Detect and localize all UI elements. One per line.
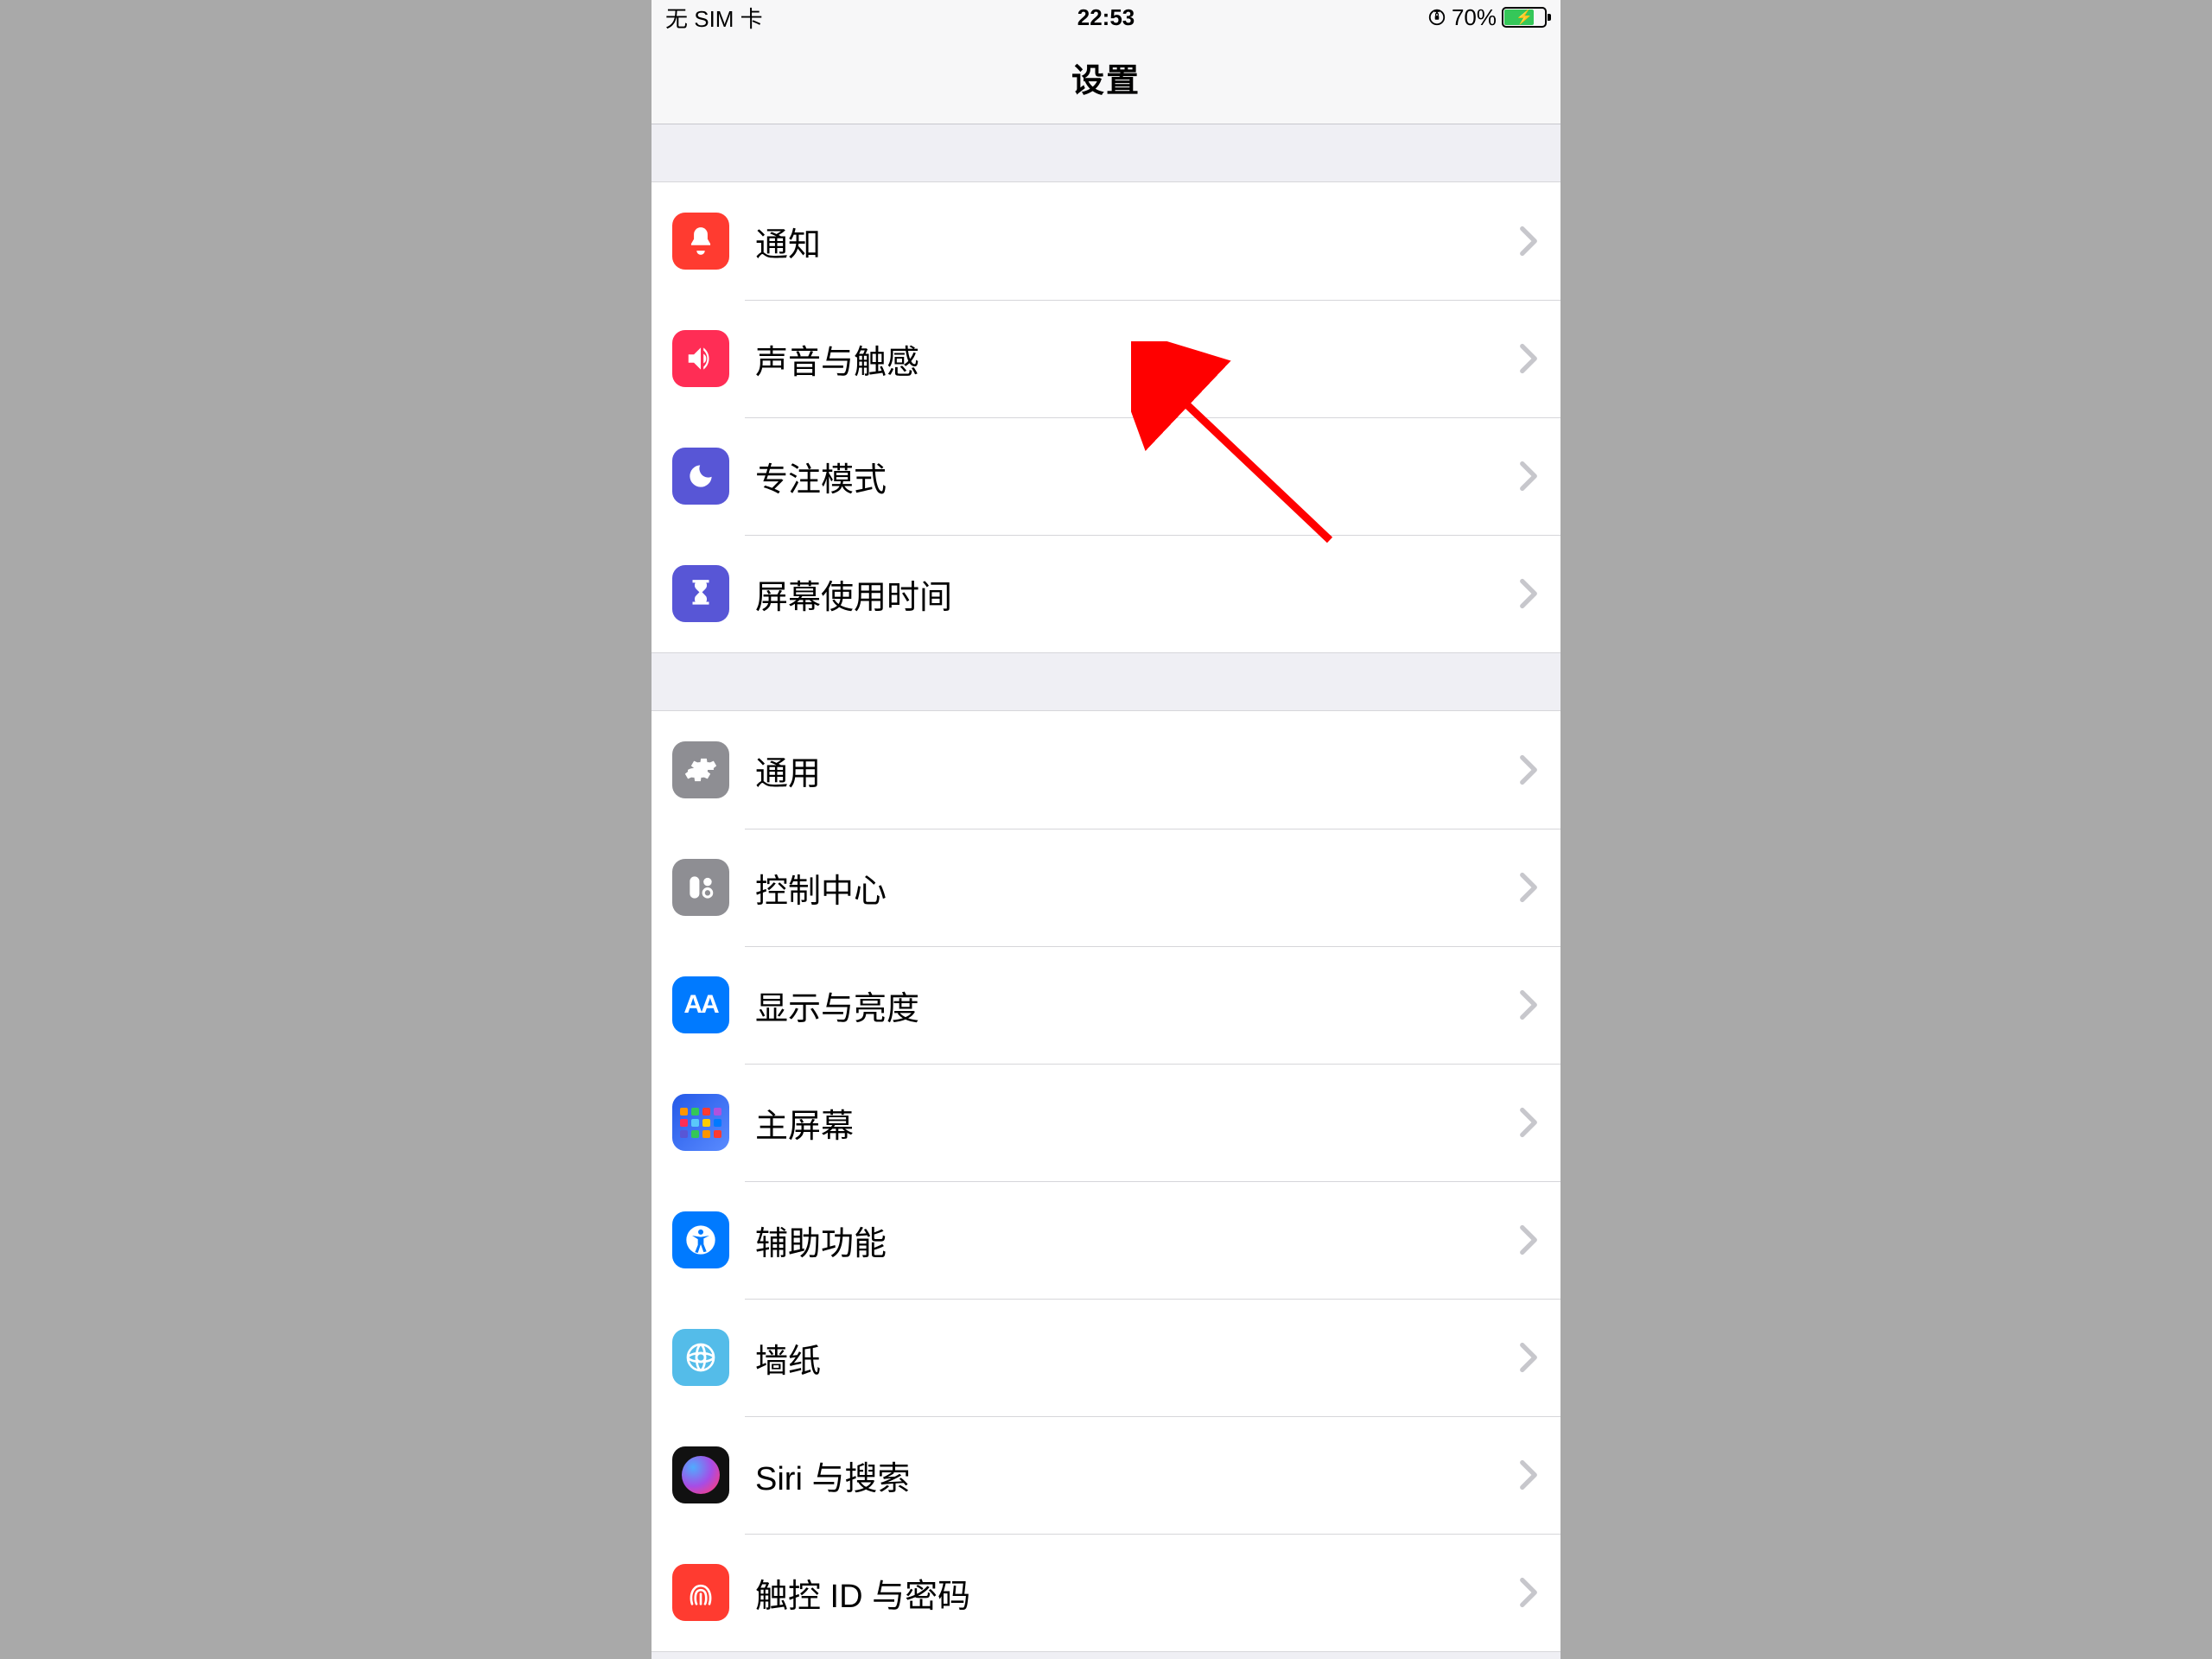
carrier-label: 无 SIM 卡	[665, 2, 763, 34]
chevron-right-icon	[1519, 343, 1538, 374]
row-control-center[interactable]: 控制中心	[652, 829, 1560, 946]
status-time: 22:53	[652, 4, 1560, 31]
siri-icon	[672, 1446, 729, 1503]
row-screen-time[interactable]: 屏幕使用时间	[652, 535, 1560, 652]
chevron-right-icon	[1519, 989, 1538, 1020]
chevron-right-icon	[1519, 578, 1538, 609]
row-label: 通知	[755, 218, 1519, 265]
focus-icon	[672, 448, 729, 505]
accessibility-icon	[672, 1211, 729, 1268]
settings-group-1: 通知 声音与触感 专注模式 屏幕使用时间	[652, 181, 1560, 653]
chevron-right-icon	[1519, 1342, 1538, 1373]
row-label: 墙纸	[755, 1334, 1519, 1382]
page-title: 设置	[652, 35, 1560, 124]
chevron-right-icon	[1519, 1459, 1538, 1491]
section-gap	[652, 124, 1560, 181]
row-label: Siri 与搜索	[755, 1452, 1519, 1499]
row-label: 屏幕使用时间	[755, 570, 1519, 618]
row-label: 通用	[755, 747, 1519, 794]
row-general[interactable]: 通用	[652, 711, 1560, 829]
row-notifications[interactable]: 通知	[652, 182, 1560, 300]
chevron-right-icon	[1519, 1577, 1538, 1608]
sounds-icon	[672, 330, 729, 387]
settings-group-2: 通用 控制中心 AA 显示与亮度 主屏幕	[652, 710, 1560, 1652]
chevron-right-icon	[1519, 1107, 1538, 1138]
row-touch-id-passcode[interactable]: 触控 ID 与密码	[652, 1534, 1560, 1651]
row-wallpaper[interactable]: 墙纸	[652, 1299, 1560, 1416]
chevron-right-icon	[1519, 754, 1538, 785]
battery-icon: ⚡	[1502, 7, 1547, 28]
general-icon	[672, 741, 729, 798]
phone-frame: 无 SIM 卡 22:53 70% ⚡ 设置 通知 声音与触	[652, 0, 1560, 1659]
row-focus[interactable]: 专注模式	[652, 417, 1560, 535]
control-center-icon	[672, 859, 729, 916]
row-accessibility[interactable]: 辅助功能	[652, 1181, 1560, 1299]
row-sounds-haptics[interactable]: 声音与触感	[652, 300, 1560, 417]
row-siri-search[interactable]: Siri 与搜索	[652, 1416, 1560, 1534]
chevron-right-icon	[1519, 872, 1538, 903]
section-gap	[652, 653, 1560, 710]
row-label: 触控 ID 与密码	[755, 1569, 1519, 1617]
orientation-lock-icon	[1427, 8, 1446, 27]
battery-percent: 70%	[1452, 4, 1497, 31]
row-label: 专注模式	[755, 453, 1519, 500]
row-label: 控制中心	[755, 864, 1519, 912]
chevron-right-icon	[1519, 1224, 1538, 1255]
row-display-brightness[interactable]: AA 显示与亮度	[652, 946, 1560, 1064]
wallpaper-icon	[672, 1329, 729, 1386]
chevron-right-icon	[1519, 226, 1538, 257]
row-home-screen[interactable]: 主屏幕	[652, 1064, 1560, 1181]
display-icon: AA	[672, 976, 729, 1033]
status-right: 70% ⚡	[1427, 4, 1547, 31]
screen-time-icon	[672, 565, 729, 622]
row-label: 辅助功能	[755, 1217, 1519, 1264]
touch-id-icon	[672, 1564, 729, 1621]
row-label: 显示与亮度	[755, 982, 1519, 1029]
status-bar: 无 SIM 卡 22:53 70% ⚡	[652, 0, 1560, 35]
row-label: 声音与触感	[755, 335, 1519, 383]
notifications-icon	[672, 213, 729, 270]
row-label: 主屏幕	[755, 1099, 1519, 1147]
chevron-right-icon	[1519, 461, 1538, 492]
home-screen-icon	[672, 1094, 729, 1151]
